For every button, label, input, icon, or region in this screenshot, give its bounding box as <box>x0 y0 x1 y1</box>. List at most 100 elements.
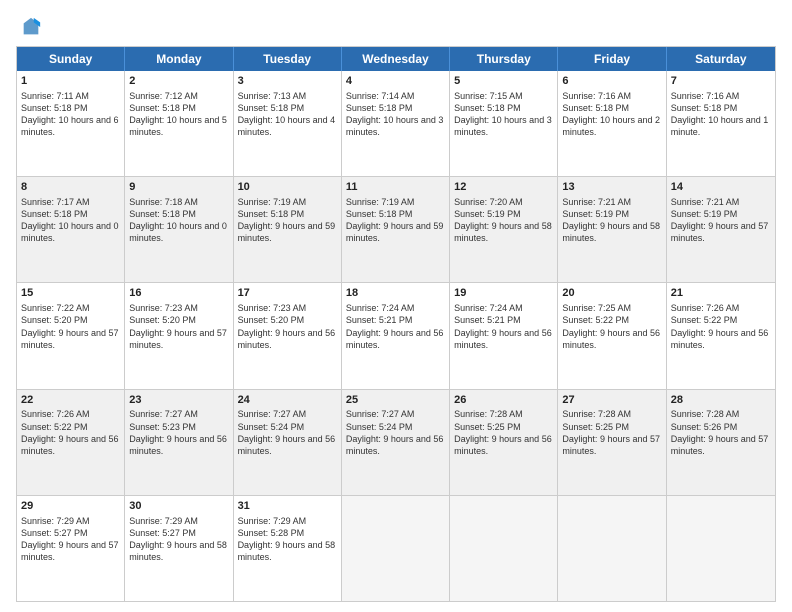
logo-area <box>16 16 44 38</box>
calendar-cell: 21 Sunrise: 7:26 AMSunset: 5:22 PMDayligh… <box>667 283 775 388</box>
calendar-cell: 30 Sunrise: 7:29 AMSunset: 5:27 PMDayligh… <box>125 496 233 601</box>
calendar-cell: 25Sunrise: 7:27 AMSunset: 5:24 PMDayligh… <box>342 390 450 495</box>
calendar-cell: 12 Sunrise: 7:20 AMSunset: 5:19 PMDayligh… <box>450 177 558 282</box>
day-number: 11 <box>346 180 445 195</box>
day-number: 13 <box>562 180 661 195</box>
day-number: 27 <box>562 393 661 408</box>
calendar-cell <box>450 496 558 601</box>
calendar-cell: 22Sunrise: 7:26 AMSunset: 5:22 PMDayligh… <box>17 390 125 495</box>
day-number: 24 <box>238 393 337 408</box>
calendar-row: 8 Sunrise: 7:17 AMSunset: 5:18 PMDaylight… <box>17 177 775 283</box>
day-number: 17 <box>238 286 337 301</box>
day-info: Sunrise: 7:28 AMSunset: 5:25 PMDaylight:… <box>562 409 660 455</box>
calendar-cell: 1 Sunrise: 7:11 AMSunset: 5:18 PMDaylight… <box>17 71 125 176</box>
calendar-cell: 31 Sunrise: 7:29 AMSunset: 5:28 PMDayligh… <box>234 496 342 601</box>
calendar-row: 29 Sunrise: 7:29 AMSunset: 5:27 PMDayligh… <box>17 496 775 601</box>
day-number: 2 <box>129 74 228 89</box>
day-info: Sunrise: 7:19 AMSunset: 5:18 PMDaylight:… <box>238 197 336 243</box>
calendar-header: SundayMondayTuesdayWednesdayThursdayFrid… <box>17 47 775 71</box>
weekday-header: Sunday <box>17 47 125 71</box>
calendar-cell: 27Sunrise: 7:28 AMSunset: 5:25 PMDayligh… <box>558 390 666 495</box>
day-info: Sunrise: 7:21 AMSunset: 5:19 PMDaylight:… <box>562 197 660 243</box>
calendar-cell <box>342 496 450 601</box>
day-info: Sunrise: 7:14 AMSunset: 5:18 PMDaylight:… <box>346 91 444 137</box>
calendar-cell: 3Sunrise: 7:13 AMSunset: 5:18 PMDaylight… <box>234 71 342 176</box>
calendar-cell: 16 Sunrise: 7:23 AMSunset: 5:20 PMDayligh… <box>125 283 233 388</box>
header <box>16 16 776 38</box>
day-info: Sunrise: 7:20 AMSunset: 5:19 PMDaylight:… <box>454 197 552 243</box>
day-number: 25 <box>346 393 445 408</box>
weekday-header: Saturday <box>667 47 775 71</box>
calendar-cell: 6 Sunrise: 7:16 AMSunset: 5:18 PMDaylight… <box>558 71 666 176</box>
day-info: Sunrise: 7:12 AMSunset: 5:18 PMDaylight:… <box>129 91 227 137</box>
calendar-cell: 20 Sunrise: 7:25 AMSunset: 5:22 PMDayligh… <box>558 283 666 388</box>
day-info: Sunrise: 7:28 AMSunset: 5:26 PMDaylight:… <box>671 409 769 455</box>
day-number: 16 <box>129 286 228 301</box>
day-info: Sunrise: 7:29 AMSunset: 5:28 PMDaylight:… <box>238 516 336 562</box>
calendar-cell: 10 Sunrise: 7:19 AMSunset: 5:18 PMDayligh… <box>234 177 342 282</box>
day-number: 18 <box>346 286 445 301</box>
day-info: Sunrise: 7:22 AMSunset: 5:20 PMDaylight:… <box>21 303 119 349</box>
weekday-header: Tuesday <box>234 47 342 71</box>
calendar-body: 1 Sunrise: 7:11 AMSunset: 5:18 PMDaylight… <box>17 71 775 601</box>
calendar-cell: 4 Sunrise: 7:14 AMSunset: 5:18 PMDaylight… <box>342 71 450 176</box>
calendar-cell <box>558 496 666 601</box>
day-number: 9 <box>129 180 228 195</box>
day-info: Sunrise: 7:25 AMSunset: 5:22 PMDaylight:… <box>562 303 660 349</box>
day-number: 19 <box>454 286 553 301</box>
day-info: Sunrise: 7:24 AMSunset: 5:21 PMDaylight:… <box>454 303 552 349</box>
calendar-cell: 19 Sunrise: 7:24 AMSunset: 5:21 PMDayligh… <box>450 283 558 388</box>
calendar-cell: 5Sunrise: 7:15 AMSunset: 5:18 PMDaylight… <box>450 71 558 176</box>
calendar-cell: 17Sunrise: 7:23 AMSunset: 5:20 PMDayligh… <box>234 283 342 388</box>
day-info: Sunrise: 7:27 AMSunset: 5:24 PMDaylight:… <box>346 409 444 455</box>
calendar-cell: 8 Sunrise: 7:17 AMSunset: 5:18 PMDaylight… <box>17 177 125 282</box>
day-info: Sunrise: 7:21 AMSunset: 5:19 PMDaylight:… <box>671 197 769 243</box>
calendar-row: 15 Sunrise: 7:22 AMSunset: 5:20 PMDayligh… <box>17 283 775 389</box>
day-info: Sunrise: 7:17 AMSunset: 5:18 PMDaylight:… <box>21 197 119 243</box>
day-number: 30 <box>129 499 228 514</box>
day-number: 12 <box>454 180 553 195</box>
day-number: 31 <box>238 499 337 514</box>
day-number: 4 <box>346 74 445 89</box>
day-info: Sunrise: 7:27 AMSunset: 5:23 PMDaylight:… <box>129 409 227 455</box>
day-number: 10 <box>238 180 337 195</box>
day-info: Sunrise: 7:26 AMSunset: 5:22 PMDaylight:… <box>671 303 769 349</box>
calendar-cell: 29Sunrise: 7:29 AMSunset: 5:27 PMDayligh… <box>17 496 125 601</box>
day-number: 23 <box>129 393 228 408</box>
day-info: Sunrise: 7:11 AMSunset: 5:18 PMDaylight:… <box>21 91 119 137</box>
calendar-cell: 2 Sunrise: 7:12 AMSunset: 5:18 PMDaylight… <box>125 71 233 176</box>
calendar-cell: 18 Sunrise: 7:24 AMSunset: 5:21 PMDayligh… <box>342 283 450 388</box>
weekday-header: Thursday <box>450 47 558 71</box>
day-info: Sunrise: 7:24 AMSunset: 5:21 PMDaylight:… <box>346 303 444 349</box>
day-number: 7 <box>671 74 771 89</box>
weekday-header: Monday <box>125 47 233 71</box>
day-info: Sunrise: 7:16 AMSunset: 5:18 PMDaylight:… <box>562 91 660 137</box>
day-info: Sunrise: 7:16 AMSunset: 5:18 PMDaylight:… <box>671 91 769 137</box>
calendar-cell: 9Sunrise: 7:18 AMSunset: 5:18 PMDaylight… <box>125 177 233 282</box>
day-number: 29 <box>21 499 120 514</box>
weekday-header: Friday <box>558 47 666 71</box>
calendar-cell: 13 Sunrise: 7:21 AMSunset: 5:19 PMDayligh… <box>558 177 666 282</box>
logo <box>16 16 44 38</box>
calendar-row: 1 Sunrise: 7:11 AMSunset: 5:18 PMDaylight… <box>17 71 775 177</box>
day-info: Sunrise: 7:19 AMSunset: 5:18 PMDaylight:… <box>346 197 444 243</box>
day-info: Sunrise: 7:26 AMSunset: 5:22 PMDaylight:… <box>21 409 119 455</box>
calendar-cell <box>667 496 775 601</box>
day-number: 1 <box>21 74 120 89</box>
day-number: 5 <box>454 74 553 89</box>
day-number: 15 <box>21 286 120 301</box>
day-number: 21 <box>671 286 771 301</box>
day-info: Sunrise: 7:23 AMSunset: 5:20 PMDaylight:… <box>129 303 227 349</box>
day-info: Sunrise: 7:28 AMSunset: 5:25 PMDaylight:… <box>454 409 552 455</box>
day-number: 6 <box>562 74 661 89</box>
calendar-cell: 7 Sunrise: 7:16 AMSunset: 5:18 PMDaylight… <box>667 71 775 176</box>
day-info: Sunrise: 7:29 AMSunset: 5:27 PMDaylight:… <box>129 516 227 562</box>
calendar-cell: 23Sunrise: 7:27 AMSunset: 5:23 PMDayligh… <box>125 390 233 495</box>
calendar-cell: 15 Sunrise: 7:22 AMSunset: 5:20 PMDayligh… <box>17 283 125 388</box>
day-number: 8 <box>21 180 120 195</box>
page: SundayMondayTuesdayWednesdayThursdayFrid… <box>0 0 792 612</box>
calendar: SundayMondayTuesdayWednesdayThursdayFrid… <box>16 46 776 602</box>
logo-icon <box>20 16 42 38</box>
day-number: 20 <box>562 286 661 301</box>
calendar-cell: 28Sunrise: 7:28 AMSunset: 5:26 PMDayligh… <box>667 390 775 495</box>
